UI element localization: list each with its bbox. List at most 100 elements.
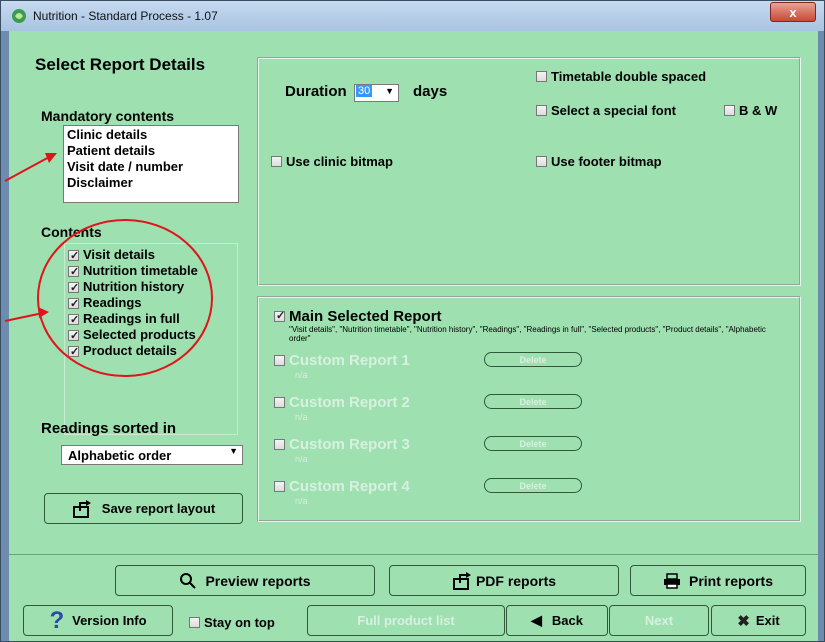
list-item[interactable]: Visit details xyxy=(68,247,234,264)
delete-button[interactable]: Delete xyxy=(484,478,582,493)
custom-report-3-option[interactable]: Custom Report 3 xyxy=(274,436,410,453)
checkbox[interactable] xyxy=(274,439,285,450)
list-item-label: Nutrition history xyxy=(83,279,185,294)
version-info-button[interactable]: ? Version Info xyxy=(23,605,173,636)
reports-panel: Main Selected Report "Visit details", "N… xyxy=(257,296,801,522)
option-label: Select a special font xyxy=(551,103,676,118)
checkbox[interactable] xyxy=(536,156,547,167)
list-item-label: Nutrition timetable xyxy=(83,263,198,278)
checkbox[interactable] xyxy=(536,71,547,82)
save-report-layout-label: Save report layout xyxy=(101,501,216,516)
next-button[interactable]: Next xyxy=(609,605,709,636)
pdf-reports-label: PDF reports xyxy=(475,572,557,589)
stay-on-top-option[interactable]: Stay on top xyxy=(189,615,275,630)
list-item: Disclaimer xyxy=(67,175,133,190)
client-area: Select Report Details Mandatory contents… xyxy=(9,31,818,641)
page-title: Select Report Details xyxy=(35,55,206,74)
list-item-label: Visit details xyxy=(83,247,156,262)
exit-button[interactable]: ✖ Exit xyxy=(711,605,806,636)
checkbox[interactable] xyxy=(271,156,282,167)
save-report-layout-button[interactable]: Save report layout xyxy=(44,493,243,524)
delete-label: Delete xyxy=(519,354,547,365)
checkbox[interactable] xyxy=(536,105,547,116)
list-item[interactable]: Selected products xyxy=(68,327,234,344)
options-panel: Duration 30 ▼ days Timetable double spac… xyxy=(257,57,801,286)
custom-report-note: n/a xyxy=(295,370,308,380)
app-window: Nutrition - Standard Process - 1.07 x Se… xyxy=(0,0,825,642)
question-icon: ? xyxy=(49,606,65,634)
checkbox[interactable] xyxy=(68,312,79,328)
app-icon xyxy=(12,9,26,23)
full-product-list-label: Full product list xyxy=(357,613,455,628)
checkbox[interactable] xyxy=(189,617,200,628)
checkbox[interactable] xyxy=(724,105,735,116)
timetable-double-spaced-option[interactable]: Timetable double spaced xyxy=(536,69,706,84)
contents-heading: Contents xyxy=(41,224,102,240)
delete-button[interactable]: Delete xyxy=(484,394,582,409)
option-label: Timetable double spaced xyxy=(551,69,707,84)
contents-list: Visit details Nutrition timetable Nutrit… xyxy=(64,243,238,435)
custom-report-2-option[interactable]: Custom Report 2 xyxy=(274,394,410,411)
list-item-label: Product details xyxy=(83,343,177,358)
main-report-description: "Visit details", "Nutrition timetable", … xyxy=(289,325,766,343)
arrow-left-icon: ◀ xyxy=(531,612,542,628)
mandatory-heading: Mandatory contents xyxy=(41,108,175,124)
list-item: Clinic details xyxy=(67,127,148,142)
chevron-down-icon: ▼ xyxy=(229,446,238,456)
checkbox[interactable] xyxy=(68,280,79,296)
use-footer-bitmap-option[interactable]: Use footer bitmap xyxy=(536,154,662,169)
use-clinic-bitmap-option[interactable]: Use clinic bitmap xyxy=(271,154,393,169)
list-item-label: Selected products xyxy=(83,327,196,342)
stay-on-top-label: Stay on top xyxy=(204,615,275,630)
checkbox[interactable] xyxy=(68,328,79,344)
checkbox[interactable] xyxy=(68,296,79,312)
list-item-label: Readings in full xyxy=(83,311,180,326)
print-reports-label: Print reports xyxy=(688,572,773,589)
custom-report-4-option[interactable]: Custom Report 4 xyxy=(274,478,410,495)
next-label: Next xyxy=(644,613,674,628)
readings-heading: Readings sorted in xyxy=(41,420,177,437)
custom-report-label: Custom Report 1 xyxy=(289,352,410,369)
main-report-option[interactable]: Main Selected Report xyxy=(274,308,442,325)
back-label: Back xyxy=(551,613,583,628)
list-item-label: Readings xyxy=(83,295,142,310)
checkbox[interactable] xyxy=(274,397,285,408)
custom-report-note: n/a xyxy=(295,454,308,464)
checkbox[interactable] xyxy=(274,481,285,492)
sort-select[interactable]: Alphabetic order ▼ xyxy=(61,445,243,465)
custom-report-1-option[interactable]: Custom Report 1 xyxy=(274,352,410,369)
checkbox[interactable] xyxy=(68,248,79,264)
list-item[interactable]: Nutrition history xyxy=(68,279,234,296)
preview-reports-button[interactable]: Preview reports xyxy=(115,565,375,596)
divider xyxy=(9,554,818,555)
print-reports-button[interactable]: Print reports xyxy=(630,565,806,596)
delete-button[interactable]: Delete xyxy=(484,352,582,367)
checkbox[interactable] xyxy=(274,355,285,366)
checkbox[interactable] xyxy=(68,344,79,360)
duration-value: 30 xyxy=(356,85,373,97)
preview-reports-label: Preview reports xyxy=(205,572,311,589)
sort-select-value: Alphabetic order xyxy=(68,447,172,463)
delete-button[interactable]: Delete xyxy=(484,436,582,451)
checkbox[interactable] xyxy=(68,264,79,280)
checkbox[interactable] xyxy=(274,309,285,322)
full-product-list-button[interactable]: Full product list xyxy=(307,605,505,636)
custom-report-label: Custom Report 4 xyxy=(289,478,410,495)
delete-label: Delete xyxy=(519,396,547,407)
list-item[interactable]: Readings in full xyxy=(68,311,234,328)
close-button[interactable]: x xyxy=(770,2,816,22)
list-item[interactable]: Product details xyxy=(68,343,234,360)
title-bar: Nutrition - Standard Process - 1.07 x xyxy=(1,1,824,31)
export-icon xyxy=(452,571,471,590)
select-special-font-option[interactable]: Select a special font xyxy=(536,103,676,118)
list-item[interactable]: Nutrition timetable xyxy=(68,263,234,280)
back-button[interactable]: ◀ Back xyxy=(506,605,608,636)
pdf-reports-button[interactable]: PDF reports xyxy=(389,565,619,596)
list-item[interactable]: Readings xyxy=(68,295,234,312)
list-item: Visit date / number xyxy=(67,159,184,174)
option-label: Use clinic bitmap xyxy=(286,154,393,169)
custom-report-note: n/a xyxy=(295,412,308,422)
bw-option[interactable]: B & W xyxy=(724,103,777,118)
duration-select[interactable]: 30 ▼ xyxy=(354,84,399,102)
delete-label: Delete xyxy=(519,480,547,491)
